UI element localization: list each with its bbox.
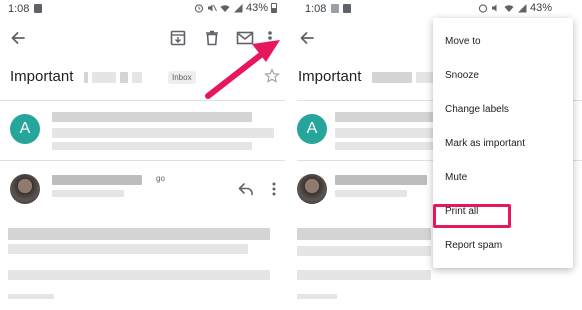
status-time: 1:08 — [8, 3, 30, 15]
redacted-sender — [335, 175, 427, 185]
redacted-body — [297, 228, 431, 240]
notification-app-icon — [343, 4, 351, 13]
status-icons: 43% — [478, 2, 552, 14]
time-suffix: go — [156, 174, 165, 183]
redacted-recipient — [52, 190, 124, 197]
redacted-text — [52, 112, 252, 122]
sender-avatar-initial[interactable]: A — [10, 114, 40, 144]
redacted-text — [52, 142, 252, 150]
status-icons: 43% — [194, 2, 277, 14]
email-subject: Important — [298, 68, 434, 85]
back-arrow-icon[interactable] — [297, 28, 317, 48]
redacted-text — [52, 128, 274, 138]
subject-text: Important — [298, 68, 362, 85]
menu-item-mark-as-important[interactable]: Mark as important — [433, 129, 573, 159]
email-toolbar — [0, 24, 285, 52]
redacted-subject — [91, 71, 116, 83]
print-all-highlight — [433, 204, 511, 228]
redacted-sender — [52, 175, 142, 185]
notification-app-icon — [34, 4, 42, 13]
inbox-label-chip[interactable]: Inbox — [168, 71, 196, 84]
reply-icon[interactable] — [237, 180, 255, 198]
menu-item-move-to[interactable]: Move to — [433, 27, 573, 57]
redacted-body — [297, 270, 431, 280]
sender-avatar-photo[interactable] — [10, 174, 40, 204]
more-vert-icon[interactable] — [265, 28, 275, 48]
wifi-icon — [504, 3, 514, 13]
menu-item-mute[interactable]: Mute — [433, 163, 573, 193]
email-subject: Important — [10, 68, 143, 85]
mute-icon — [207, 3, 217, 13]
redacted-recipient — [335, 190, 407, 197]
overflow-menu: Move to Snooze Change labels Mark as imp… — [433, 18, 573, 268]
sender-avatar-photo[interactable] — [297, 174, 327, 204]
back-arrow-icon[interactable] — [8, 28, 28, 48]
divider — [0, 100, 285, 101]
mail-icon[interactable] — [235, 28, 255, 48]
redacted-body — [297, 246, 431, 256]
panel-gap — [285, 0, 297, 310]
wifi-icon — [220, 3, 230, 13]
redacted-text — [335, 142, 433, 150]
redacted-subject — [415, 71, 434, 83]
menu-item-snooze[interactable]: Snooze — [433, 61, 573, 91]
redacted-body — [8, 228, 270, 240]
battery-icon — [271, 3, 277, 13]
signal-icon — [233, 3, 243, 13]
redacted-subject — [119, 71, 128, 83]
divider — [0, 160, 285, 161]
redacted-body — [8, 294, 54, 299]
status-bar: 1:08 43% — [0, 0, 285, 18]
redacted-subject — [83, 71, 88, 83]
battery-percent: 43% — [245, 2, 268, 14]
sender-avatar-initial[interactable]: A — [297, 114, 327, 144]
email-view-left: 1:08 43% Important Inbox A go — [0, 0, 285, 310]
status-time: 1:08 — [305, 3, 327, 15]
alarm-icon — [194, 3, 204, 13]
mute-icon — [491, 3, 501, 13]
delete-icon[interactable] — [202, 28, 222, 48]
redacted-text — [335, 128, 433, 138]
alarm-icon — [478, 3, 488, 13]
notification-image-icon — [331, 4, 339, 13]
star-icon[interactable] — [264, 68, 280, 84]
redacted-text — [335, 112, 433, 122]
menu-item-report-spam[interactable]: Report spam — [433, 231, 573, 261]
redacted-subject — [132, 71, 143, 83]
battery-percent: 43% — [530, 2, 553, 14]
signal-icon — [517, 3, 527, 13]
redacted-body — [8, 244, 248, 254]
redacted-subject — [371, 71, 412, 83]
menu-item-change-labels[interactable]: Change labels — [433, 95, 573, 125]
redacted-body — [8, 270, 270, 280]
redacted-body — [297, 294, 337, 299]
message-more-icon[interactable] — [271, 180, 277, 198]
archive-icon[interactable] — [168, 28, 188, 48]
subject-text: Important — [10, 68, 74, 85]
